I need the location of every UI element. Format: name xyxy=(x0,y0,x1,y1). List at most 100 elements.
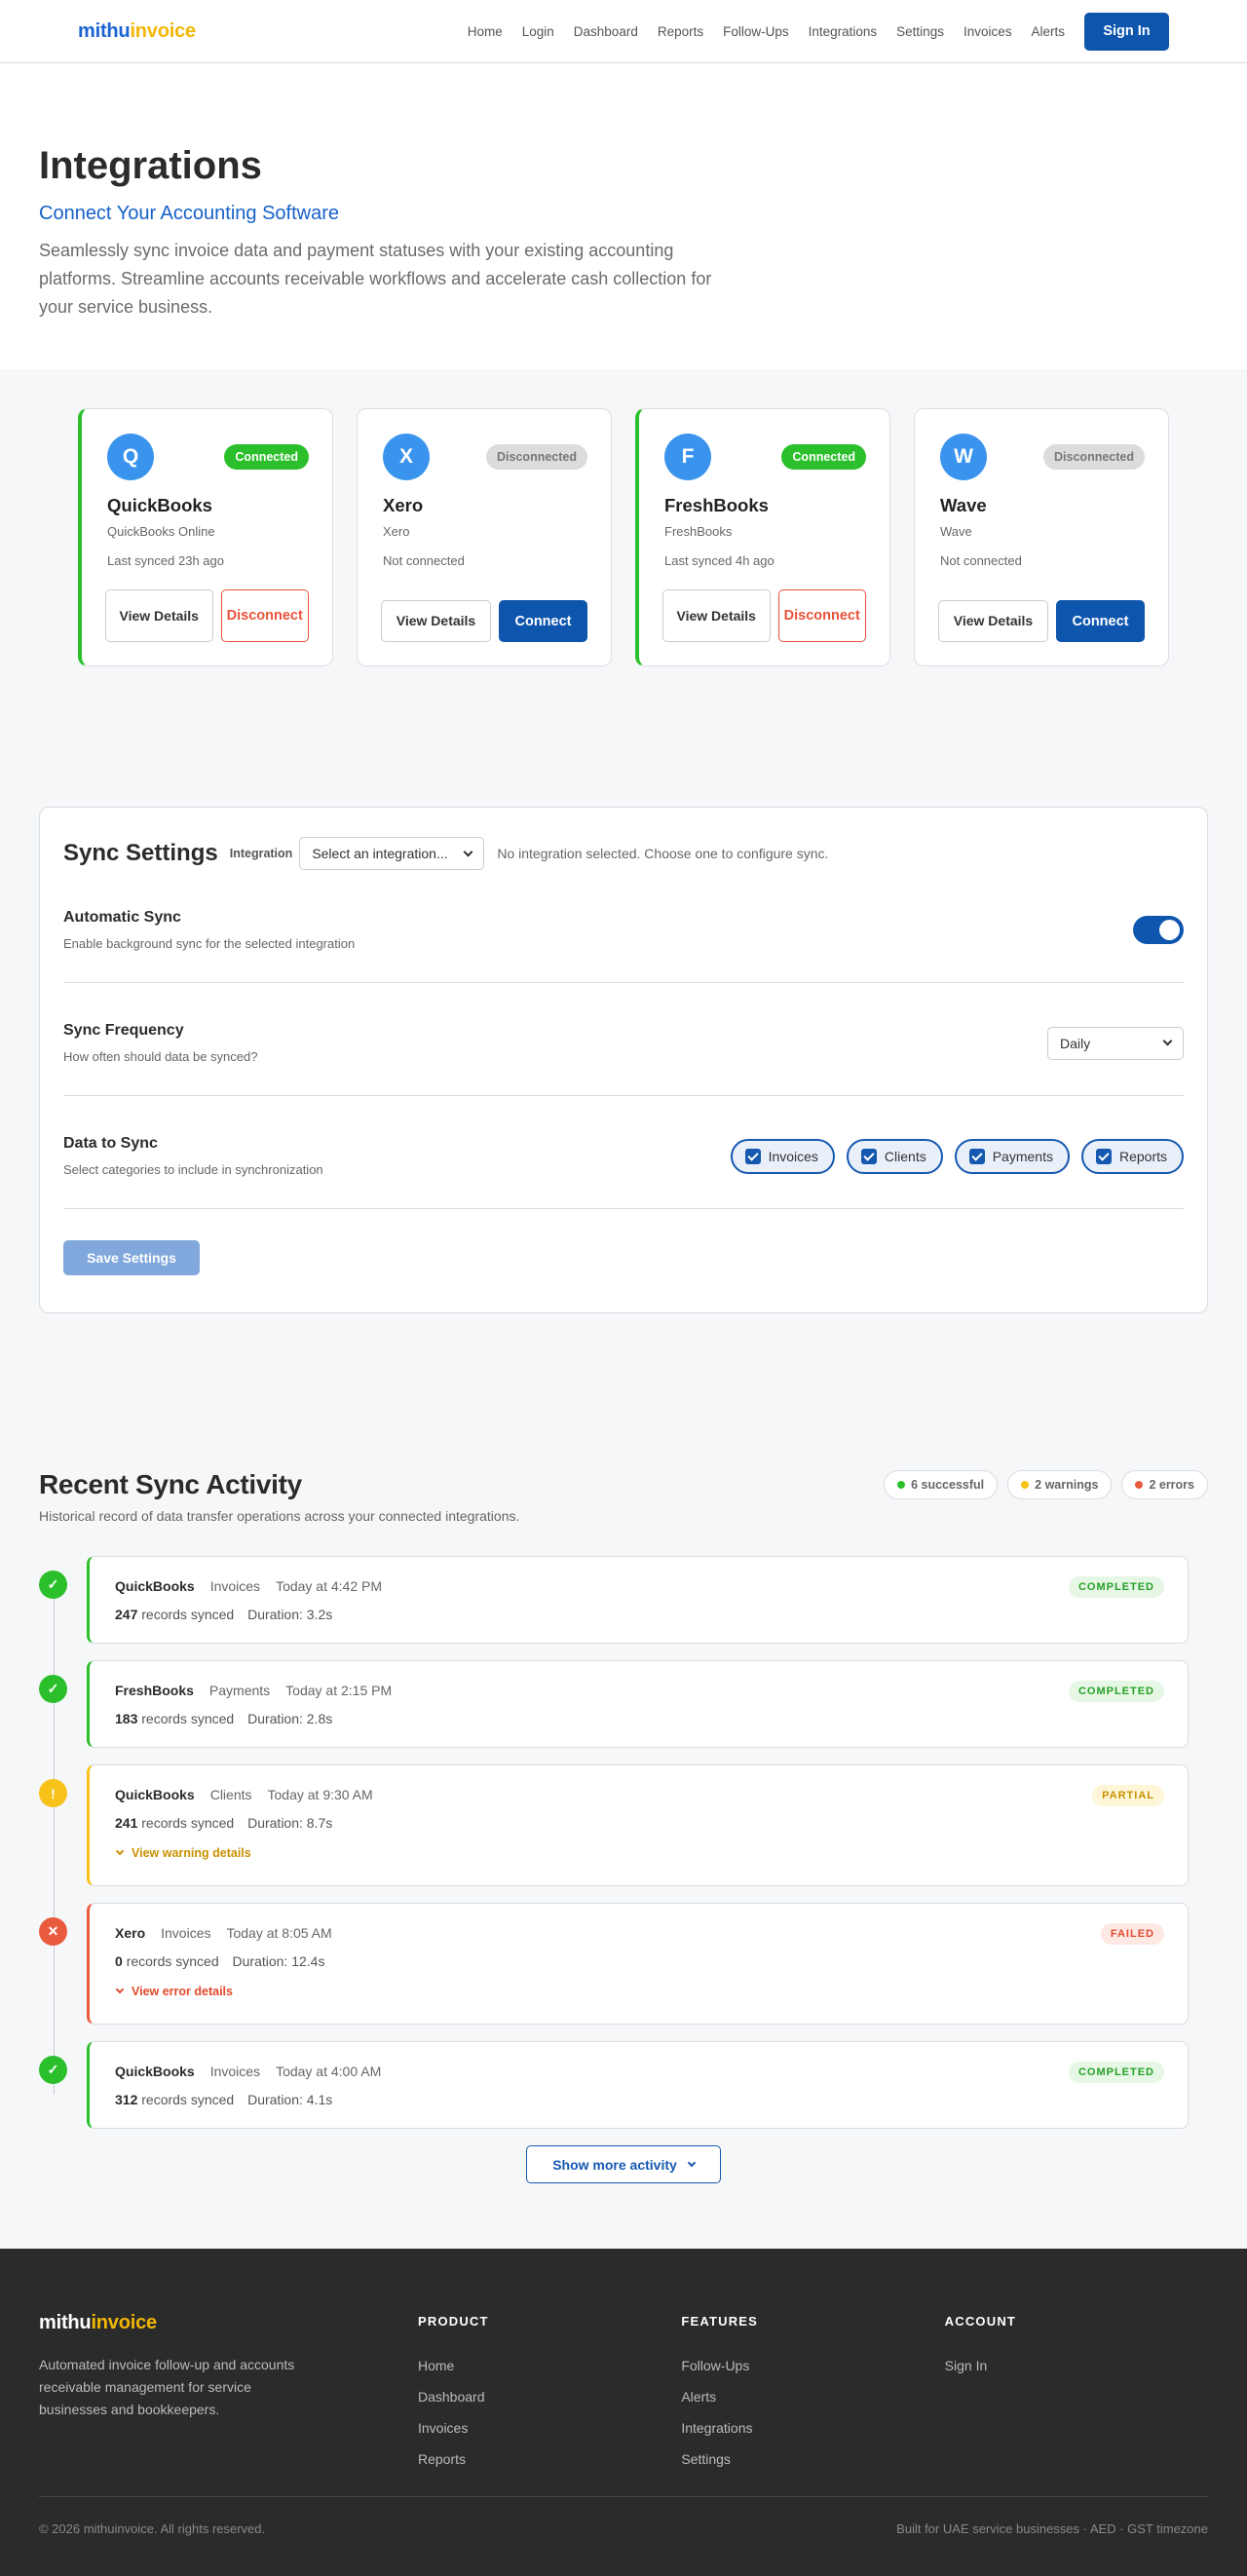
integration-card-freshbooks: F Connected FreshBooks FreshBooks Last s… xyxy=(635,408,890,666)
automatic-sync-description: Enable background sync for the selected … xyxy=(63,936,356,951)
footer-logo[interactable]: mithuinvoice xyxy=(39,2312,418,2334)
nav-link-reports[interactable]: Reports xyxy=(658,24,703,39)
chevron-down-icon xyxy=(687,2158,697,2167)
activity-card: QuickBooks Clients Today at 9:30 AM 241 re… xyxy=(87,1764,1189,1886)
view-error-details-link[interactable]: View error details xyxy=(115,1985,1164,1998)
nav-link-login[interactable]: Login xyxy=(522,24,554,39)
integration-name: Xero xyxy=(383,495,424,515)
quickbooks-avatar: Q xyxy=(107,434,154,480)
settings-title: Sync Settings xyxy=(63,840,218,866)
save-settings-button[interactable]: Save Settings xyxy=(63,1240,200,1275)
footer-tagline: Automated invoice follow-up and accounts… xyxy=(39,2357,295,2417)
copyright: © 2026 mithuinvoice. All rights reserved… xyxy=(39,2521,266,2536)
data-to-sync-row: Data to Sync Select categories to includ… xyxy=(63,1096,1184,1209)
nav-link-home[interactable]: Home xyxy=(468,24,503,39)
check-icon: ✓ xyxy=(39,1675,67,1703)
nav-link-settings[interactable]: Settings xyxy=(896,24,944,39)
activity-card: Xero Invoices Today at 8:05 AM 0 records s… xyxy=(87,1903,1189,2025)
data-to-sync-description: Select categories to include in synchron… xyxy=(63,1162,323,1177)
sync-frequency-description: How often should data be synced? xyxy=(63,1049,258,1064)
page-subtitle: Connect Your Accounting Software xyxy=(39,203,339,224)
activity-card: QuickBooks Invoices Today at 4:00 AM 312 r… xyxy=(87,2041,1189,2129)
show-more-activity-button[interactable]: Show more activity xyxy=(526,2145,721,2183)
checkbox-invoices[interactable]: Invoices xyxy=(730,1138,835,1174)
sign-in-button[interactable]: Sign In xyxy=(1084,12,1169,51)
chevron-down-icon xyxy=(115,1985,125,1994)
disconnect-button[interactable]: Disconnect xyxy=(220,589,309,642)
footer-link[interactable]: Reports xyxy=(418,2451,681,2467)
footer-column-features: FEATURES Follow-Ups Alerts Integrations … xyxy=(681,2312,944,2496)
sync-settings-panel: Sync Settings Integration Select an inte… xyxy=(39,807,1208,1313)
connect-button[interactable]: Connect xyxy=(1056,600,1145,642)
integration-cards: Q Connected QuickBooks QuickBooks Online… xyxy=(0,369,1247,807)
status-badge: PARTIAL xyxy=(1092,1785,1164,1806)
footer-link[interactable]: Alerts xyxy=(681,2389,944,2405)
sync-frequency-select[interactable]: Daily xyxy=(1047,1026,1184,1060)
integration-card-wave: W Disconnected Wave Wave Not connected V… xyxy=(914,408,1169,666)
main-nav: Home Login Dashboard Reports Follow-Ups … xyxy=(468,12,1169,51)
view-details-button[interactable]: View Details xyxy=(938,600,1048,642)
activity-item: ! QuickBooks Clients Today at 9:30 AM 241 … xyxy=(39,1764,1208,1886)
footer-link[interactable]: Home xyxy=(418,2358,681,2373)
nav-link-invoices[interactable]: Invoices xyxy=(964,24,1012,39)
view-details-button[interactable]: View Details xyxy=(381,600,491,642)
disconnect-button[interactable]: Disconnect xyxy=(777,589,866,642)
integration-product: FreshBooks xyxy=(664,524,733,539)
success-dot-icon xyxy=(897,1481,906,1489)
warning-icon: ! xyxy=(39,1779,67,1807)
status-badge: FAILED xyxy=(1100,1923,1164,1945)
activity-timeline: ✓ QuickBooks Invoices Today at 4:42 PM 247… xyxy=(39,1556,1208,2129)
automatic-sync-row: Automatic Sync Enable background sync fo… xyxy=(63,870,1184,983)
last-synced: Not connected xyxy=(383,553,465,568)
summary-errors-pill: 2 errors xyxy=(1121,1470,1208,1499)
status-badge: Connected xyxy=(781,444,866,470)
nav-link-follow-ups[interactable]: Follow-Ups xyxy=(723,24,789,39)
xero-avatar: X xyxy=(383,434,430,480)
checkbox-checked-icon xyxy=(744,1148,761,1164)
nav-link-alerts[interactable]: Alerts xyxy=(1031,24,1065,39)
view-details-button[interactable]: View Details xyxy=(662,589,771,642)
checkbox-checked-icon xyxy=(1095,1148,1112,1164)
error-dot-icon xyxy=(1135,1481,1144,1489)
last-synced: Last synced 23h ago xyxy=(107,553,224,568)
footer-link[interactable]: Sign In xyxy=(945,2358,1208,2373)
activity-description: Historical record of data transfer opera… xyxy=(39,1508,520,1524)
page-title: Integrations xyxy=(39,144,262,187)
nav-link-dashboard[interactable]: Dashboard xyxy=(574,24,638,39)
status-badge: COMPLETED xyxy=(1068,1576,1164,1598)
integration-name: FreshBooks xyxy=(664,495,769,515)
sync-frequency-row: Sync Frequency How often should data be … xyxy=(63,983,1184,1096)
footer-link[interactable]: Dashboard xyxy=(418,2389,681,2405)
integration-select[interactable]: Select an integration... xyxy=(299,837,485,870)
integration-name: QuickBooks xyxy=(107,495,212,515)
footer-link[interactable]: Invoices xyxy=(418,2420,681,2436)
automatic-sync-title: Automatic Sync xyxy=(63,909,181,926)
integration-product: QuickBooks Online xyxy=(107,524,215,539)
automatic-sync-toggle[interactable] xyxy=(1133,916,1184,944)
hero-section: Integrations Connect Your Accounting Sof… xyxy=(0,63,1247,369)
brand-logo[interactable]: mithuinvoice xyxy=(78,20,196,43)
connect-button[interactable]: Connect xyxy=(499,600,587,642)
chevron-down-icon xyxy=(1162,1036,1173,1046)
footer-link[interactable]: Integrations xyxy=(681,2420,944,2436)
status-badge: COMPLETED xyxy=(1068,2062,1164,2083)
checkbox-payments[interactable]: Payments xyxy=(954,1138,1070,1174)
integration-product: Xero xyxy=(383,524,410,539)
footer-link[interactable]: Follow-Ups xyxy=(681,2358,944,2373)
checkbox-checked-icon xyxy=(968,1148,985,1164)
top-navbar: mithuinvoice Home Login Dashboard Report… xyxy=(0,0,1247,63)
integration-card-xero: X Disconnected Xero Xero Not connected V… xyxy=(357,408,612,666)
status-badge: Connected xyxy=(224,444,309,470)
warning-dot-icon xyxy=(1021,1481,1030,1489)
nav-link-integrations[interactable]: Integrations xyxy=(809,24,878,39)
view-warning-details-link[interactable]: View warning details xyxy=(115,1846,1164,1860)
sync-frequency-title: Sync Frequency xyxy=(63,1022,184,1039)
chevron-down-icon xyxy=(463,847,473,856)
view-details-button[interactable]: View Details xyxy=(105,589,213,642)
activity-item: ✕ Xero Invoices Today at 8:05 AM 0 records… xyxy=(39,1903,1208,2025)
checkbox-reports[interactable]: Reports xyxy=(1080,1138,1184,1174)
checkbox-clients[interactable]: Clients xyxy=(846,1138,943,1174)
selection-note: No integration selected. Choose one to c… xyxy=(497,846,829,861)
footer-link[interactable]: Settings xyxy=(681,2451,944,2467)
last-synced: Not connected xyxy=(940,553,1022,568)
